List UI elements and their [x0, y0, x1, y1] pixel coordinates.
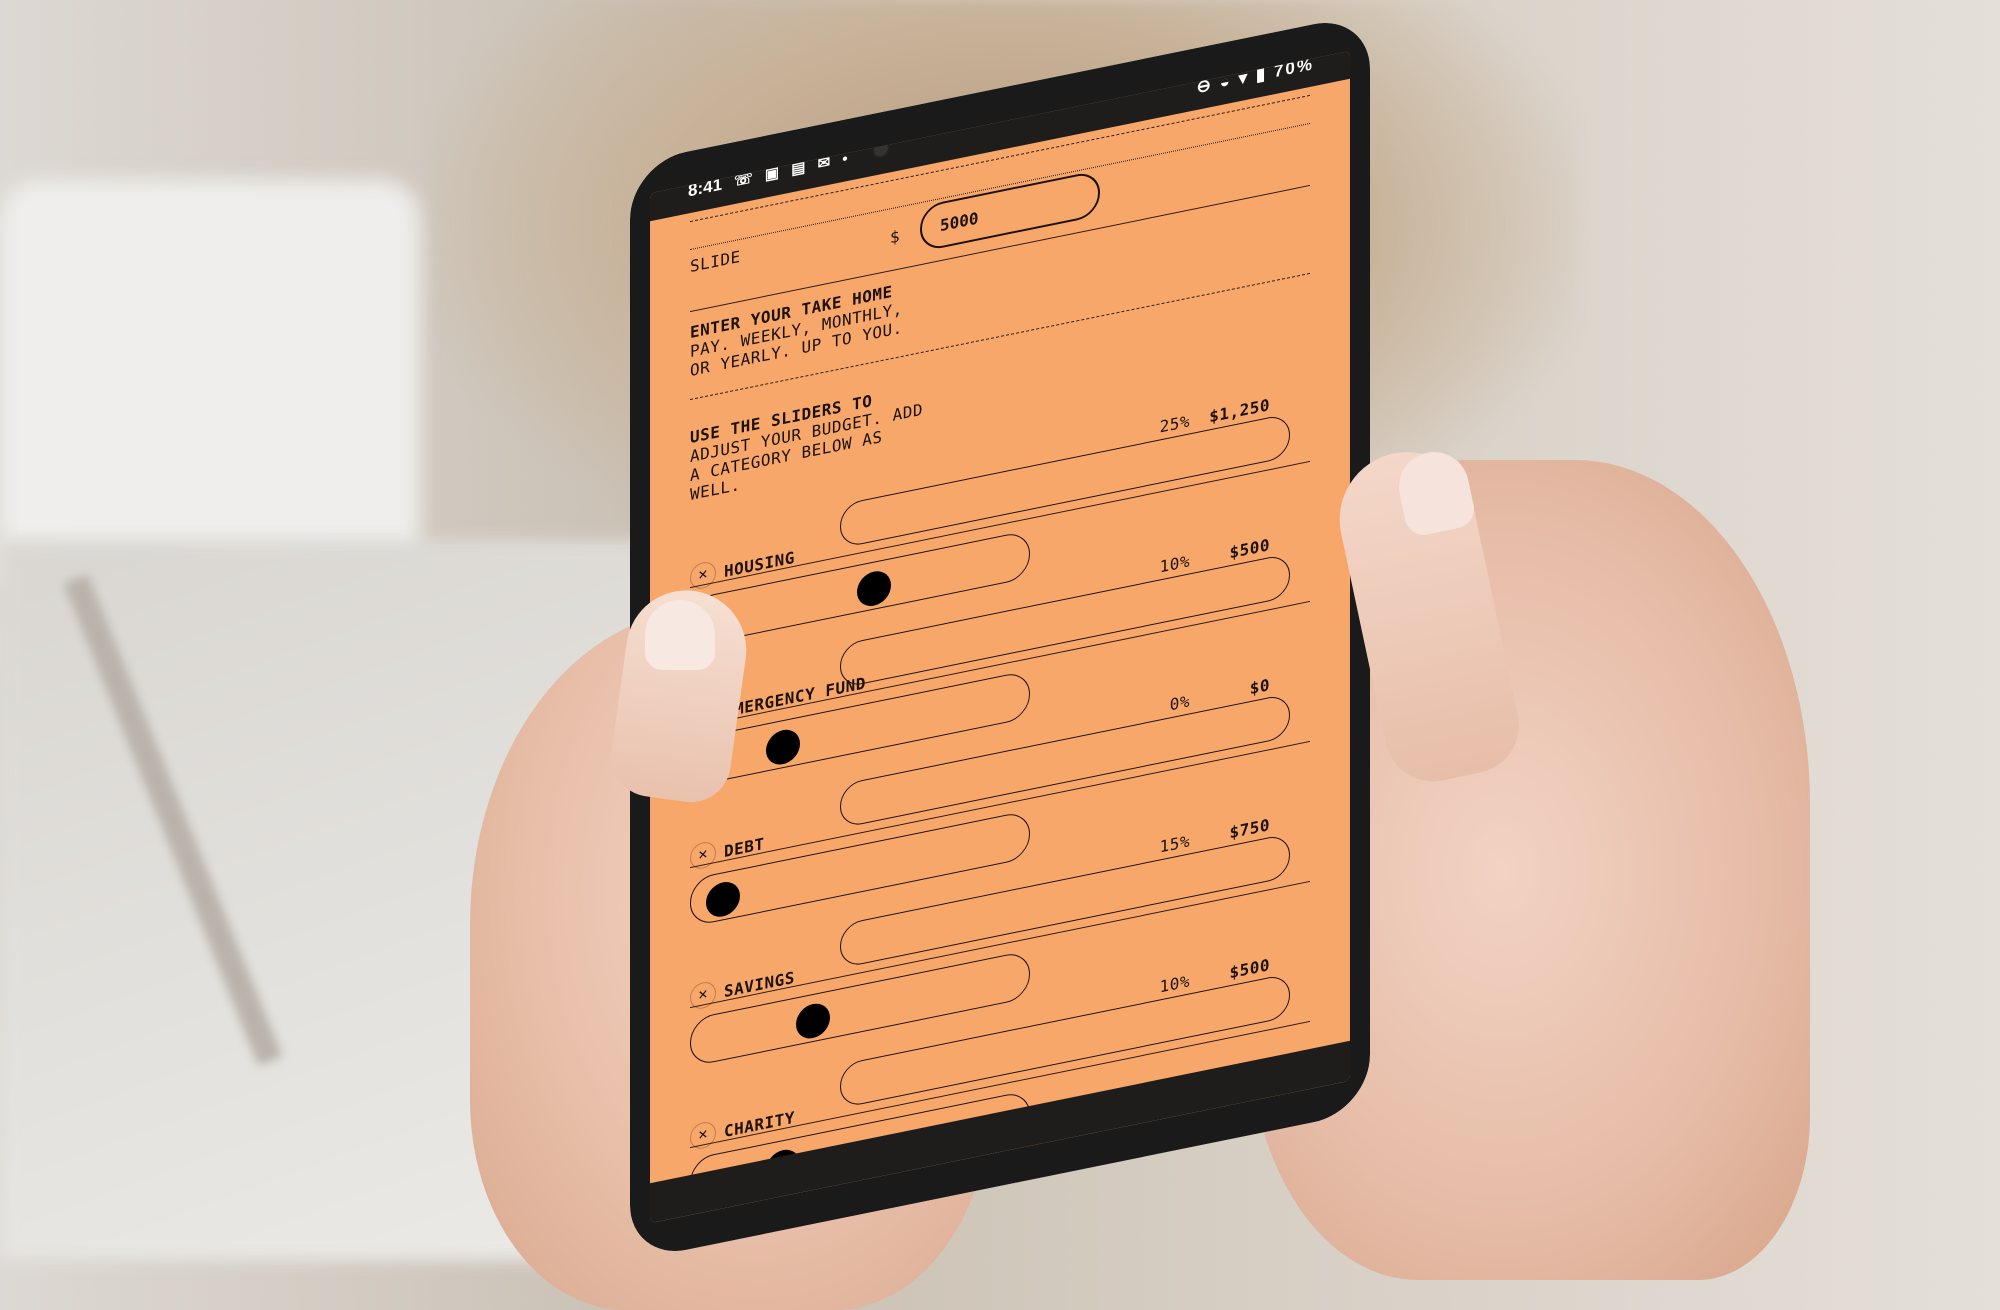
status-time: 8:41 [688, 174, 723, 201]
currency-symbol: $ [890, 226, 901, 248]
category-amount: $0 [1249, 675, 1270, 699]
front-camera [872, 138, 890, 160]
category-name: CHARITY [724, 1107, 795, 1142]
category-name: SAVINGS [724, 967, 795, 1002]
app-title: SLIDE [690, 246, 741, 277]
category-name: DEBT [724, 833, 765, 862]
category-percent: 25% [1159, 411, 1190, 437]
system-status: ⊖ ◒ ▾ ▮ 70% [1197, 54, 1314, 98]
notification-icons: ☏ ▣ ▤ ✉ • [734, 149, 852, 191]
left-thumbnail [645, 600, 715, 670]
category-percent: 0% [1169, 691, 1190, 715]
take-home-pay-input[interactable]: 5000 [920, 170, 1100, 253]
battery-level: 70% [1273, 54, 1314, 82]
system-icons: ⊖ ◒ ▾ ▮ [1196, 63, 1268, 97]
category-header-bar [840, 413, 1290, 549]
phone-screen: 8:41 ☏ ▣ ▤ ✉ • ⊖ ◒ ▾ ▮ 70% SLIDE ENTER Y… [650, 51, 1350, 1223]
background-cushion [0, 180, 420, 600]
category-name: HOUSING [724, 547, 795, 582]
